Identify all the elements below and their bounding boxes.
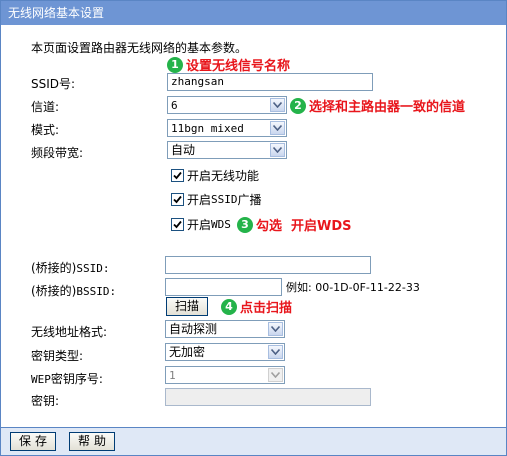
- annotation-2: 2 选择和主路由器一致的信道: [290, 96, 465, 115]
- enable-wireless-label: 开启无线功能: [187, 169, 260, 183]
- annotation-text-2: 选择和主路由器一致的信道: [309, 100, 466, 115]
- annotation-text-3: 勾选 开启WDS: [256, 219, 352, 234]
- key-input[interactable]: [165, 388, 371, 406]
- enable-wireless-checkbox[interactable]: 开启无线功能: [171, 167, 259, 184]
- bridge-ssid-label: (桥接的)SSID:: [31, 259, 110, 276]
- address-format-label: 无线地址格式:: [31, 325, 108, 339]
- mode-select[interactable]: 11bgn mixed: [167, 119, 287, 137]
- checkbox-checked-icon[interactable]: [171, 169, 184, 182]
- channel-select[interactable]: 6: [167, 96, 287, 114]
- bridge-ssid-input[interactable]: [165, 256, 371, 274]
- channel-label: 信道:: [31, 100, 60, 114]
- enable-ssid-broadcast-label-prefix: 开启: [187, 193, 212, 207]
- enable-wds-label-mono: WDS: [211, 218, 231, 231]
- bridge-ssid-label-prefix: (桥接的): [31, 261, 77, 275]
- annotation-4: 4 点击扫描: [221, 297, 292, 316]
- ssid-label: SSID号:: [31, 77, 76, 91]
- bridge-ssid-label-mono: SSID:: [76, 262, 110, 275]
- chevron-down-icon[interactable]: [268, 345, 283, 359]
- help-button[interactable]: 帮助: [69, 432, 115, 451]
- mode-select-value: 11bgn mixed: [171, 122, 244, 135]
- chevron-down-icon[interactable]: [270, 98, 285, 112]
- intro-text: 本页面设置路由器无线网络的基本参数。: [31, 41, 248, 55]
- ssid-input[interactable]: zhangsan: [167, 73, 373, 91]
- enable-ssid-broadcast-label-mono: SSID: [211, 193, 238, 206]
- footer-bar: 保存 帮助: [1, 427, 506, 455]
- wep-key-index-label-text: 密钥序号:: [50, 372, 103, 386]
- enable-ssid-broadcast-checkbox[interactable]: 开启 SSID 广播: [171, 191, 262, 208]
- bridge-bssid-label-mono: BSSID:: [76, 285, 117, 298]
- bandwidth-select[interactable]: 自动: [167, 141, 287, 159]
- enable-wds-checkbox[interactable]: 开启 WDS: [171, 216, 231, 233]
- checkbox-checked-icon[interactable]: [171, 193, 184, 206]
- annotation-badge-3: 3: [237, 216, 253, 233]
- wep-key-index-select-value: 1: [169, 369, 176, 382]
- key-label: 密钥:: [31, 394, 60, 408]
- annotation-badge-1: 1: [167, 56, 183, 73]
- key-type-select[interactable]: 无加密: [165, 343, 285, 361]
- wep-key-index-label-mono: WEP: [31, 373, 51, 386]
- bridge-bssid-label-prefix: (桥接的): [31, 284, 77, 298]
- wireless-basic-settings-panel: 无线网络基本设置 本页面设置路由器无线网络的基本参数。 SSID号: zhang…: [0, 0, 507, 456]
- chevron-down-icon[interactable]: [268, 322, 283, 336]
- key-type-select-value: 无加密: [169, 345, 206, 359]
- bandwidth-select-value: 自动: [171, 143, 196, 157]
- save-button[interactable]: 保存: [10, 432, 56, 451]
- mode-label: 模式:: [31, 123, 60, 137]
- chevron-down-icon[interactable]: [270, 121, 285, 135]
- address-format-select-value: 自动探测: [169, 322, 218, 336]
- wep-key-index-select[interactable]: 1: [165, 366, 285, 384]
- annotation-1: 1 设置无线信号名称: [167, 55, 290, 74]
- annotation-3: 3 勾选 开启WDS: [237, 215, 352, 234]
- annotation-text-1: 设置无线信号名称: [186, 59, 291, 74]
- checkbox-checked-icon[interactable]: [171, 218, 184, 231]
- bandwidth-label: 频段带宽:: [31, 146, 84, 160]
- address-format-select[interactable]: 自动探测: [165, 320, 285, 338]
- chevron-down-icon[interactable]: [268, 368, 283, 382]
- bridge-bssid-input[interactable]: [165, 278, 282, 296]
- enable-ssid-broadcast-label-suffix: 广播: [237, 193, 262, 207]
- bssid-example-text: 例如: 00-1D-0F-11-22-33: [286, 281, 420, 294]
- channel-select-value: 6: [171, 99, 178, 112]
- scan-button[interactable]: 扫描: [166, 297, 208, 316]
- annotation-text-4: 点击扫描: [240, 301, 293, 316]
- annotation-badge-4: 4: [221, 298, 237, 315]
- chevron-down-icon[interactable]: [270, 143, 285, 157]
- annotation-badge-2: 2: [290, 97, 306, 114]
- bridge-bssid-label: (桥接的)BSSID:: [31, 282, 116, 299]
- wep-key-index-label: WEP密钥序号:: [31, 370, 103, 387]
- key-type-label: 密钥类型:: [31, 349, 84, 363]
- enable-wds-label-prefix: 开启: [187, 218, 212, 232]
- panel-title: 无线网络基本设置: [1, 1, 506, 25]
